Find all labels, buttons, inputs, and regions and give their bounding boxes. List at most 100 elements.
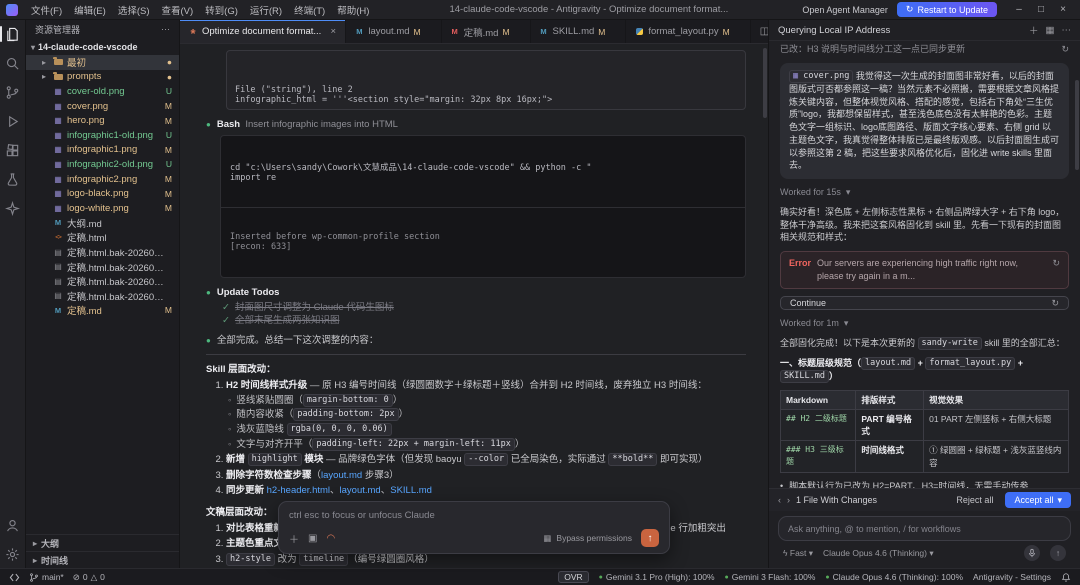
file-link[interactable]: SKILL.md bbox=[390, 485, 432, 496]
table-header-cell: 排版样式 bbox=[855, 390, 925, 411]
status-dot-icon: ● bbox=[598, 573, 603, 581]
tree-row[interactable]: 定稿.html.bak-20260409214118 bbox=[26, 289, 179, 304]
tree-row[interactable]: infographic2.png M bbox=[26, 172, 179, 187]
overtype-indicator[interactable]: OVR bbox=[558, 571, 589, 583]
reject-all-button[interactable]: Reject all bbox=[950, 493, 999, 507]
file-type-icon bbox=[53, 145, 63, 155]
menu-item[interactable]: 文件(F) bbox=[25, 2, 68, 18]
model-quota-item[interactable]: ● Claude Opus 4.6 (Thinking): 100% bbox=[825, 572, 963, 582]
tree-row[interactable]: logo-black.png M bbox=[26, 186, 179, 201]
list-item: 删除字符数检查步骤（layout.md 步骤3） bbox=[226, 469, 746, 482]
tab-close-icon[interactable]: × bbox=[329, 26, 337, 37]
attached-file-chip[interactable]: ▦ cover.png bbox=[789, 69, 854, 83]
model-dropdown[interactable]: Claude Opus 4.6 (Thinking) ▾ bbox=[823, 548, 934, 559]
file-link[interactable]: layout.md bbox=[321, 470, 362, 481]
settings-item[interactable]: Antigravity - Settings bbox=[973, 572, 1051, 582]
tree-row[interactable]: 最初 ● bbox=[26, 55, 179, 70]
close-icon[interactable]: × bbox=[1052, 4, 1074, 15]
sidebar-section-header[interactable]: ▸ 时间线 bbox=[26, 551, 179, 568]
remote-indicator[interactable] bbox=[9, 572, 20, 583]
worked-duration-row[interactable]: Worked for 1m ▾ bbox=[780, 317, 1069, 330]
source-control-icon[interactable] bbox=[2, 82, 24, 102]
file-link[interactable]: layout.md bbox=[340, 485, 381, 496]
tree-row[interactable]: 定稿.html.bak-20260409210204 bbox=[26, 245, 179, 260]
tree-row[interactable]: prompts ● bbox=[26, 70, 179, 85]
file-link[interactable]: h2-header.html bbox=[267, 485, 330, 496]
settings-gear-icon[interactable] bbox=[2, 544, 24, 564]
agent-panel-scrollbar[interactable] bbox=[1075, 80, 1079, 170]
sub-list-item: ◦ 竖线紧贴圆圈（ margin-bottom: 0） bbox=[228, 393, 403, 407]
menu-item[interactable]: 帮助(H) bbox=[331, 2, 375, 18]
menu-item[interactable]: 选择(S) bbox=[112, 2, 156, 18]
editor-tab[interactable]: layout.md M bbox=[346, 20, 442, 43]
claude-prompt-input[interactable] bbox=[289, 510, 659, 521]
tree-row[interactable]: infographic1.png M bbox=[26, 143, 179, 158]
menu-item[interactable]: 运行(R) bbox=[244, 2, 288, 18]
model-quota-item[interactable]: ● Gemini 3.1 Pro (High): 100% bbox=[599, 572, 715, 582]
tree-row[interactable]: 定稿.md M bbox=[26, 303, 179, 318]
editor-tab[interactable]: 定稿.md M bbox=[441, 20, 531, 43]
mic-icon[interactable] bbox=[1024, 545, 1040, 561]
ai-sparkle-icon[interactable] bbox=[2, 198, 24, 218]
table-row: ### H3 三级标题 时间线格式 ① 绿圆圈 + 绿标题 + 浅灰蓝竖线内容 bbox=[779, 440, 1069, 473]
add-context-icon[interactable]: ＋ bbox=[289, 531, 299, 546]
maximize-icon[interactable]: □ bbox=[1030, 4, 1052, 15]
editor-tab[interactable]: Optimize document format... × bbox=[180, 20, 347, 43]
retry-icon[interactable]: ↻ bbox=[1052, 257, 1060, 270]
send-button[interactable]: ↑ bbox=[641, 529, 659, 547]
testing-icon[interactable] bbox=[2, 169, 24, 189]
tree-row[interactable]: infographic1-old.png U bbox=[26, 128, 179, 143]
sidebar-section-header[interactable]: ▸ 大纲 bbox=[26, 534, 179, 551]
run-debug-icon[interactable] bbox=[2, 111, 24, 131]
image-file-icon: ▦ bbox=[793, 70, 799, 81]
continue-button[interactable]: Continue ↻ bbox=[780, 295, 1069, 311]
panel-layout-icon[interactable]: ▦ bbox=[1046, 25, 1055, 36]
menu-item[interactable]: 编辑(E) bbox=[68, 2, 112, 18]
tab-modified-badge: M bbox=[502, 26, 510, 37]
tree-row[interactable]: 定稿.html.bak-20260409213708 bbox=[26, 274, 179, 289]
git-branch-item[interactable]: main* bbox=[29, 572, 64, 583]
agent-chat-input[interactable] bbox=[788, 524, 1061, 534]
list-item: H2 时间线样式升级 — 原 H3 编号时间线（绿圆圈数字＋绿标题＋竖线）合并到… bbox=[226, 379, 746, 451]
new-chat-icon[interactable]: ＋ bbox=[1029, 23, 1039, 37]
problems-item[interactable]: ⊘ 0 △ 0 bbox=[73, 572, 105, 583]
fast-mode-dropdown[interactable]: ϟ Fast ▾ bbox=[783, 548, 813, 559]
open-agent-manager-link[interactable]: Open Agent Manager bbox=[802, 5, 888, 15]
tree-row[interactable]: logo-white.png M bbox=[26, 201, 179, 216]
explorer-icon[interactable] bbox=[0, 24, 24, 44]
extensions-icon[interactable] bbox=[2, 140, 24, 160]
search-icon[interactable] bbox=[2, 53, 24, 73]
account-icon[interactable] bbox=[2, 515, 24, 535]
notifications-bell-icon[interactable] bbox=[1061, 572, 1071, 583]
attach-icon[interactable]: ▣ bbox=[308, 533, 317, 544]
history-icon[interactable]: ↻ bbox=[1061, 43, 1069, 56]
next-change-icon[interactable]: › bbox=[787, 495, 790, 505]
editor-tab[interactable]: SKILL.md M bbox=[530, 20, 627, 43]
worked-duration-row[interactable]: Worked for 15s ▾ bbox=[780, 186, 1069, 199]
prev-change-icon[interactable]: ‹ bbox=[778, 495, 781, 505]
tree-row[interactable]: cover-old.png U bbox=[26, 84, 179, 99]
model-quota-item[interactable]: ● Gemini 3 Flash: 100% bbox=[725, 572, 816, 582]
chat-scroll-area: 已改：H3 说明与时间线分工这一点已同步更新 ↻ ▦ cover.png 我觉得… bbox=[769, 41, 1080, 488]
bypass-permissions-label[interactable]: Bypass permissions bbox=[556, 533, 632, 543]
explorer-more-actions-icon[interactable]: ⋯ bbox=[161, 24, 170, 35]
send-icon[interactable]: ↑ bbox=[1050, 545, 1066, 561]
editor-tab[interactable]: format_layout.py M bbox=[626, 20, 751, 43]
tree-row[interactable]: 定稿.html.bak-20260409210424 bbox=[26, 259, 179, 274]
restart-to-update-button[interactable]: ↻ Restart to Update bbox=[896, 2, 997, 17]
accept-all-button[interactable]: Accept all ▾ bbox=[1005, 492, 1071, 508]
workspace-root-row[interactable]: ▾ 14-claude-code-vscode bbox=[26, 39, 179, 55]
tree-row[interactable]: 大纲.md bbox=[26, 216, 179, 231]
git-status-badge: U bbox=[165, 159, 172, 170]
panel-more-icon[interactable]: ⋯ bbox=[1062, 25, 1072, 36]
editor-scrollbar[interactable] bbox=[763, 48, 767, 118]
tree-row[interactable]: hero.png M bbox=[26, 113, 179, 128]
menu-item[interactable]: 终端(T) bbox=[288, 2, 331, 18]
agent-task-title: Querying Local IP Address bbox=[778, 24, 891, 36]
menu-item[interactable]: 转到(G) bbox=[199, 2, 244, 18]
tree-row[interactable]: infographic2-old.png U bbox=[26, 157, 179, 172]
minimize-icon[interactable]: – bbox=[1008, 4, 1030, 15]
menu-item[interactable]: 查看(V) bbox=[155, 2, 199, 18]
tree-row[interactable]: 定稿.html bbox=[26, 230, 179, 245]
tree-row[interactable]: cover.png M bbox=[26, 99, 179, 114]
